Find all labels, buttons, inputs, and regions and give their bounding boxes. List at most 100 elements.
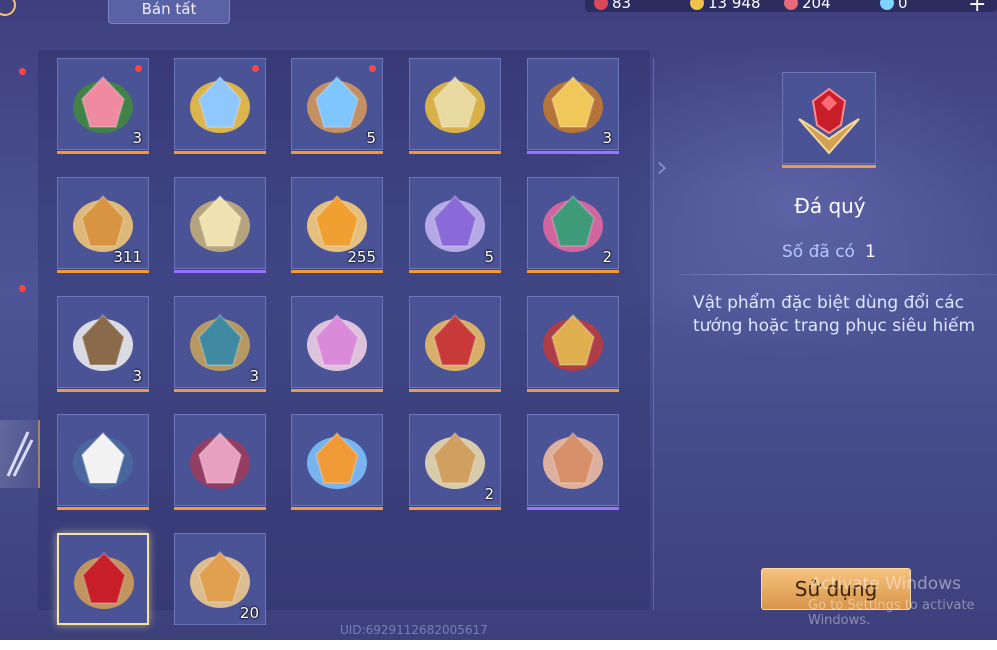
- inventory-slot-ghost-card[interactable]: 3: [57, 296, 149, 392]
- rarity-bar: [291, 389, 383, 392]
- inventory-slot-fruit-cup[interactable]: [291, 414, 383, 510]
- toy-blaster-icon: [190, 75, 250, 133]
- new-item-dot: [369, 65, 376, 72]
- inventory-slot-golden-armor[interactable]: 311: [57, 177, 149, 273]
- inventory-slot-costume-outfit[interactable]: [57, 414, 149, 510]
- rarity-bar: [174, 389, 266, 392]
- item-name: Đá quý: [794, 194, 866, 218]
- bottom-edge: [0, 640, 997, 650]
- costume-outfit-icon: [73, 431, 133, 489]
- tab-art-icon: [6, 431, 34, 477]
- user-id: UID:6929112682005617: [340, 623, 488, 637]
- golden-trophy-icon: [543, 313, 603, 371]
- rarity-bar: [57, 151, 149, 154]
- inventory-slot-roses[interactable]: 3: [57, 58, 149, 154]
- inventory-slot-knight-helmet[interactable]: 5: [409, 177, 501, 273]
- inventory-slot-magic-planet[interactable]: [409, 296, 501, 392]
- scroll-map-icon: [190, 313, 250, 371]
- currency-value: 13 948: [708, 0, 761, 12]
- inventory-slot-scroll-map[interactable]: 3: [174, 296, 266, 392]
- amber-shard-icon: [543, 431, 603, 489]
- ruby-icon: [594, 0, 608, 10]
- magic-planet-icon: [425, 313, 485, 371]
- back-icon[interactable]: [0, 0, 16, 16]
- crystal-icon: [880, 0, 894, 10]
- inventory-slot-bat-pet[interactable]: [174, 414, 266, 510]
- roses-icon: [73, 75, 133, 133]
- item-count: 5: [484, 248, 494, 266]
- currency-gem: 204: [784, 0, 831, 12]
- sell-all-button[interactable]: Bán tất: [108, 0, 230, 24]
- add-currency-button[interactable]: +: [968, 0, 986, 17]
- star-ticket-icon: [425, 75, 485, 133]
- rarity-bar: [782, 165, 876, 168]
- inventory-slot-green-emblem[interactable]: 2: [527, 177, 619, 273]
- chevron-right-icon: ›: [656, 150, 668, 185]
- inventory-slot-hero-portrait[interactable]: 20: [174, 533, 266, 625]
- top-bar: Bán tất 83 13 948 204 0 +: [0, 0, 997, 24]
- inventory-slot-precious-gem[interactable]: [57, 533, 149, 625]
- item-count: 3: [249, 367, 259, 385]
- side-tab-active[interactable]: [0, 420, 40, 488]
- rarity-bar: [291, 151, 383, 154]
- knight-helmet-icon: [425, 194, 485, 252]
- panel-divider: [653, 58, 654, 610]
- item-count: 2: [602, 248, 612, 266]
- rarity-bar: [527, 151, 619, 154]
- item-count: 5: [366, 129, 376, 147]
- inventory-slot-anniversary-ticket[interactable]: 255: [291, 177, 383, 273]
- item-count: 311: [113, 248, 142, 266]
- rarity-bar: [409, 270, 501, 273]
- owned-count: Số đã có 1: [782, 242, 876, 262]
- gold-coin-icon: [690, 0, 704, 10]
- detail-divider: [680, 274, 997, 275]
- currency-value: 0: [898, 0, 908, 12]
- fruit-cup-icon: [307, 431, 367, 489]
- currency-value: 204: [802, 0, 831, 12]
- rarity-bar: [291, 270, 383, 273]
- item-count: 3: [602, 129, 612, 147]
- precious-gem-icon: [798, 87, 860, 155]
- bat-pet-icon: [190, 431, 250, 489]
- inventory-slot-fairy-figure[interactable]: [291, 296, 383, 392]
- inventory-slot-toy-blaster[interactable]: [174, 58, 266, 154]
- inventory-slot-amber-shard[interactable]: [527, 414, 619, 510]
- inventory-slot-hero-card[interactable]: 5: [291, 58, 383, 154]
- owned-label: Số đã có: [782, 242, 855, 262]
- selected-item-icon: [782, 72, 876, 168]
- rarity-bar: [527, 507, 619, 510]
- new-item-dot: [135, 65, 142, 72]
- ghost-card-icon: [73, 313, 133, 371]
- rarity-bar: [409, 507, 501, 510]
- item-count: 20: [239, 604, 259, 622]
- inventory-slot-crystal-orb[interactable]: [174, 177, 266, 273]
- green-emblem-icon: [543, 194, 603, 252]
- rarity-bar: [174, 507, 266, 510]
- rarity-bar: [409, 151, 501, 154]
- rarity-bar: [409, 389, 501, 392]
- rolled-scroll-icon: [425, 431, 485, 489]
- currency-ruby: 83: [594, 0, 631, 12]
- item-count: 3: [132, 129, 142, 147]
- currency-crystal: 0: [880, 0, 908, 12]
- new-item-dot: [252, 65, 259, 72]
- rarity-bar: [174, 151, 266, 154]
- gem-icon: [784, 0, 798, 10]
- item-count: 255: [347, 248, 376, 266]
- rarity-bar: [291, 507, 383, 510]
- trumpet-icon: [543, 75, 603, 133]
- currency-value: 83: [612, 0, 632, 12]
- item-count: 3: [132, 367, 142, 385]
- item-count: 2: [484, 485, 494, 503]
- rarity-bar: [174, 270, 266, 273]
- inventory-slot-golden-trophy[interactable]: [527, 296, 619, 392]
- tab-notification-dot: [19, 285, 26, 292]
- tab-notification-dot: [19, 68, 26, 75]
- crystal-orb-icon: [190, 194, 250, 252]
- windows-watermark: Activate Windows: [810, 574, 961, 594]
- rarity-bar: [527, 389, 619, 392]
- inventory-slot-rolled-scroll[interactable]: 2: [409, 414, 501, 510]
- owned-value: 1: [864, 242, 876, 262]
- inventory-slot-star-ticket[interactable]: [409, 58, 501, 154]
- inventory-slot-trumpet[interactable]: 3: [527, 58, 619, 154]
